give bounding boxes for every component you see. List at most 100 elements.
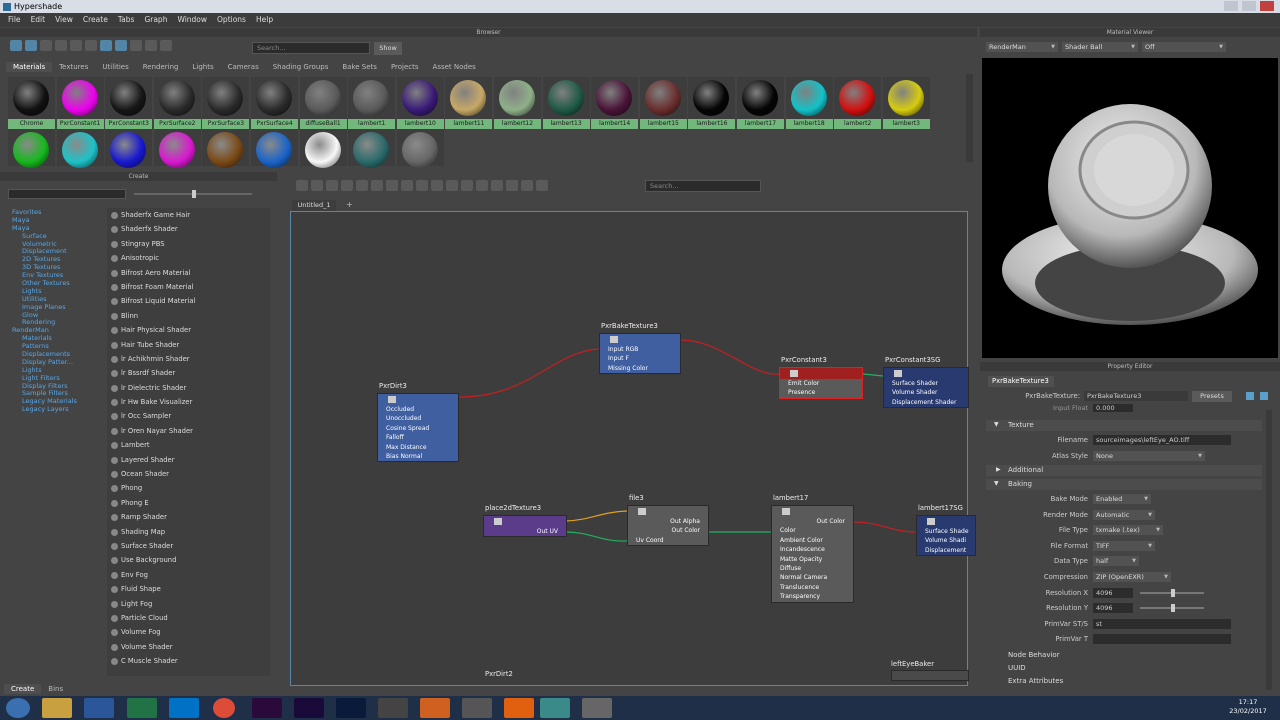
wire-dirt-to-bake[interactable] (458, 348, 600, 398)
node-header[interactable] (378, 394, 458, 405)
tab-rendering[interactable]: Rendering (136, 62, 186, 72)
wire-lambert-to-sg[interactable] (853, 521, 917, 533)
node-graph-canvas[interactable]: PxrDirt3 Occluded Unoccluded Cosine Spread F… (290, 211, 976, 686)
filename-field[interactable]: sourceimages\leftEye_AO.tiff (1093, 435, 1231, 445)
input-float-field[interactable]: 0.000 (1093, 404, 1133, 412)
tab-bins[interactable]: Bins (41, 684, 70, 694)
create-item-lr-dielectric-shader[interactable]: lr Dielectric Shader (107, 381, 270, 395)
create-item-shaderfx-game-hair[interactable]: Shaderfx Game Hair (107, 208, 270, 222)
resx-field[interactable]: 4096 (1093, 588, 1133, 598)
tab-cameras[interactable]: Cameras (221, 62, 266, 72)
create-item-ramp-shader[interactable]: Ramp Shader (107, 510, 270, 524)
browser-search-input[interactable]: Search... (252, 42, 370, 54)
node-header[interactable] (780, 368, 862, 379)
port-missing-color[interactable]: Missing Color (600, 364, 680, 373)
material-swatch[interactable] (251, 129, 298, 168)
material-swatch[interactable] (348, 129, 396, 168)
snap-icon[interactable] (521, 180, 533, 191)
slider-handle[interactable] (1171, 604, 1175, 612)
rearrange-icon[interactable] (386, 180, 398, 191)
material-swatch[interactable] (56, 129, 104, 168)
tab-create[interactable]: Create (4, 684, 42, 694)
maya-icon[interactable] (540, 698, 570, 718)
search-icon[interactable] (476, 180, 488, 191)
material-swatch[interactable]: lambert1 (348, 77, 396, 129)
show-icon[interactable] (1246, 392, 1254, 400)
port-volume-shader[interactable]: Volume Shader (884, 388, 968, 397)
create-item-surface-shader[interactable]: Surface Shader (107, 539, 270, 553)
port-matte-opacity[interactable]: Matte Opacity (772, 555, 853, 564)
port-out-color[interactable]: Out Color (628, 526, 708, 535)
grid-icon[interactable] (506, 180, 518, 191)
node-header[interactable] (628, 506, 708, 517)
material-swatch[interactable]: Chrome (8, 77, 55, 129)
material-swatch[interactable]: PxrSurface4 (251, 77, 298, 129)
material-swatch[interactable] (202, 129, 250, 168)
tab-shading-groups[interactable]: Shading Groups (266, 62, 336, 72)
create-search-input[interactable] (8, 189, 126, 199)
create-item-anisotropic[interactable]: Anisotropic (107, 251, 270, 265)
port-diffuse[interactable]: Diffuse (772, 564, 853, 573)
wire-place-uvcoord[interactable] (565, 531, 628, 542)
menu-view[interactable]: View (55, 13, 73, 27)
premiere-icon[interactable] (252, 698, 282, 718)
reverse-icon[interactable] (160, 40, 172, 51)
port-displacement-shader[interactable]: Displacement Shader (884, 398, 968, 407)
primst-field[interactable]: st (1093, 619, 1231, 629)
photoshop-icon[interactable] (336, 698, 366, 718)
port-uv-coord[interactable]: Uv Coord (628, 536, 708, 545)
tab-textures[interactable]: Textures (52, 62, 95, 72)
create-item-lr-hw-bake-visualizer[interactable]: lr Hw Bake Visualizer (107, 395, 270, 409)
property-scrollbar[interactable] (1266, 410, 1272, 690)
slider-handle[interactable] (192, 190, 196, 198)
node-header[interactable] (484, 516, 566, 527)
create-item-lr-occ-sampler[interactable]: lr Occ Sampler (107, 409, 270, 423)
menu-create[interactable]: Create (83, 13, 108, 27)
explorer-icon[interactable] (42, 698, 72, 718)
mode-dropdown[interactable]: Off (1142, 42, 1226, 52)
tab-lights[interactable]: Lights (185, 62, 220, 72)
folder-app-icon[interactable] (420, 698, 450, 718)
start-button[interactable] (6, 698, 30, 718)
section-extra-attributes[interactable]: Extra Attributes (986, 676, 1262, 687)
port-emit-color[interactable]: Emit Color (780, 379, 862, 388)
resy-field[interactable]: 4096 (1093, 603, 1133, 613)
graph-search-input[interactable]: Search... (645, 180, 761, 192)
maximize-button[interactable] (1242, 1, 1256, 11)
port-out-color[interactable]: Out Color (772, 517, 853, 526)
create-item-shading-map[interactable]: Shading Map (107, 525, 270, 539)
port-displacement[interactable]: Displacement (917, 546, 975, 555)
file-type-field[interactable]: txmake (.tex) (1093, 525, 1163, 535)
close-button[interactable] (1260, 1, 1274, 11)
material-swatch[interactable]: lambert16 (688, 77, 736, 129)
frame-all-icon[interactable] (491, 180, 503, 191)
port-ambient-color[interactable]: Ambient Color (772, 536, 853, 545)
list-icon[interactable] (25, 40, 37, 51)
material-swatch[interactable] (299, 129, 347, 168)
tab-materials[interactable]: Materials (6, 62, 53, 72)
bake-mode-field[interactable]: Enabled (1093, 494, 1151, 504)
xl-icons-icon[interactable] (85, 40, 97, 51)
presets-button[interactable]: Presets (1192, 391, 1232, 402)
create-item-bifrost-foam-material[interactable]: Bifrost Foam Material (107, 280, 270, 294)
graph-io-icon[interactable] (311, 180, 323, 191)
material-swatch[interactable]: PxrSurface2 (153, 77, 201, 129)
port-unoccluded[interactable]: Unoccluded (378, 414, 458, 423)
section-additional[interactable]: Additional (986, 465, 1262, 476)
node-constsg[interactable]: Surface Shader Volume Shader Displacement … (883, 367, 969, 409)
menu-edit[interactable]: Edit (31, 13, 46, 27)
port-out-alpha[interactable]: Out Alpha (628, 517, 708, 526)
material-swatch[interactable]: PxrSurface3 (202, 77, 250, 129)
wire-bake-to-const[interactable] (680, 339, 780, 375)
node-header[interactable] (772, 506, 853, 517)
create-item-env-fog[interactable]: Env Fog (107, 568, 270, 582)
obs-icon[interactable] (378, 698, 408, 718)
material-swatch[interactable]: lambert18 (785, 77, 833, 129)
port-occluded[interactable]: Occluded (378, 405, 458, 414)
wire-const-to-sg[interactable] (862, 373, 884, 377)
create-item-stingray-pbs[interactable]: Stingray PBS (107, 237, 270, 251)
port-incandescence[interactable]: Incandescence (772, 545, 853, 554)
material-swatch[interactable]: lambert3 (882, 77, 930, 129)
port-max-distance[interactable]: Max Distance (378, 443, 458, 452)
chrome-icon[interactable] (213, 698, 235, 718)
